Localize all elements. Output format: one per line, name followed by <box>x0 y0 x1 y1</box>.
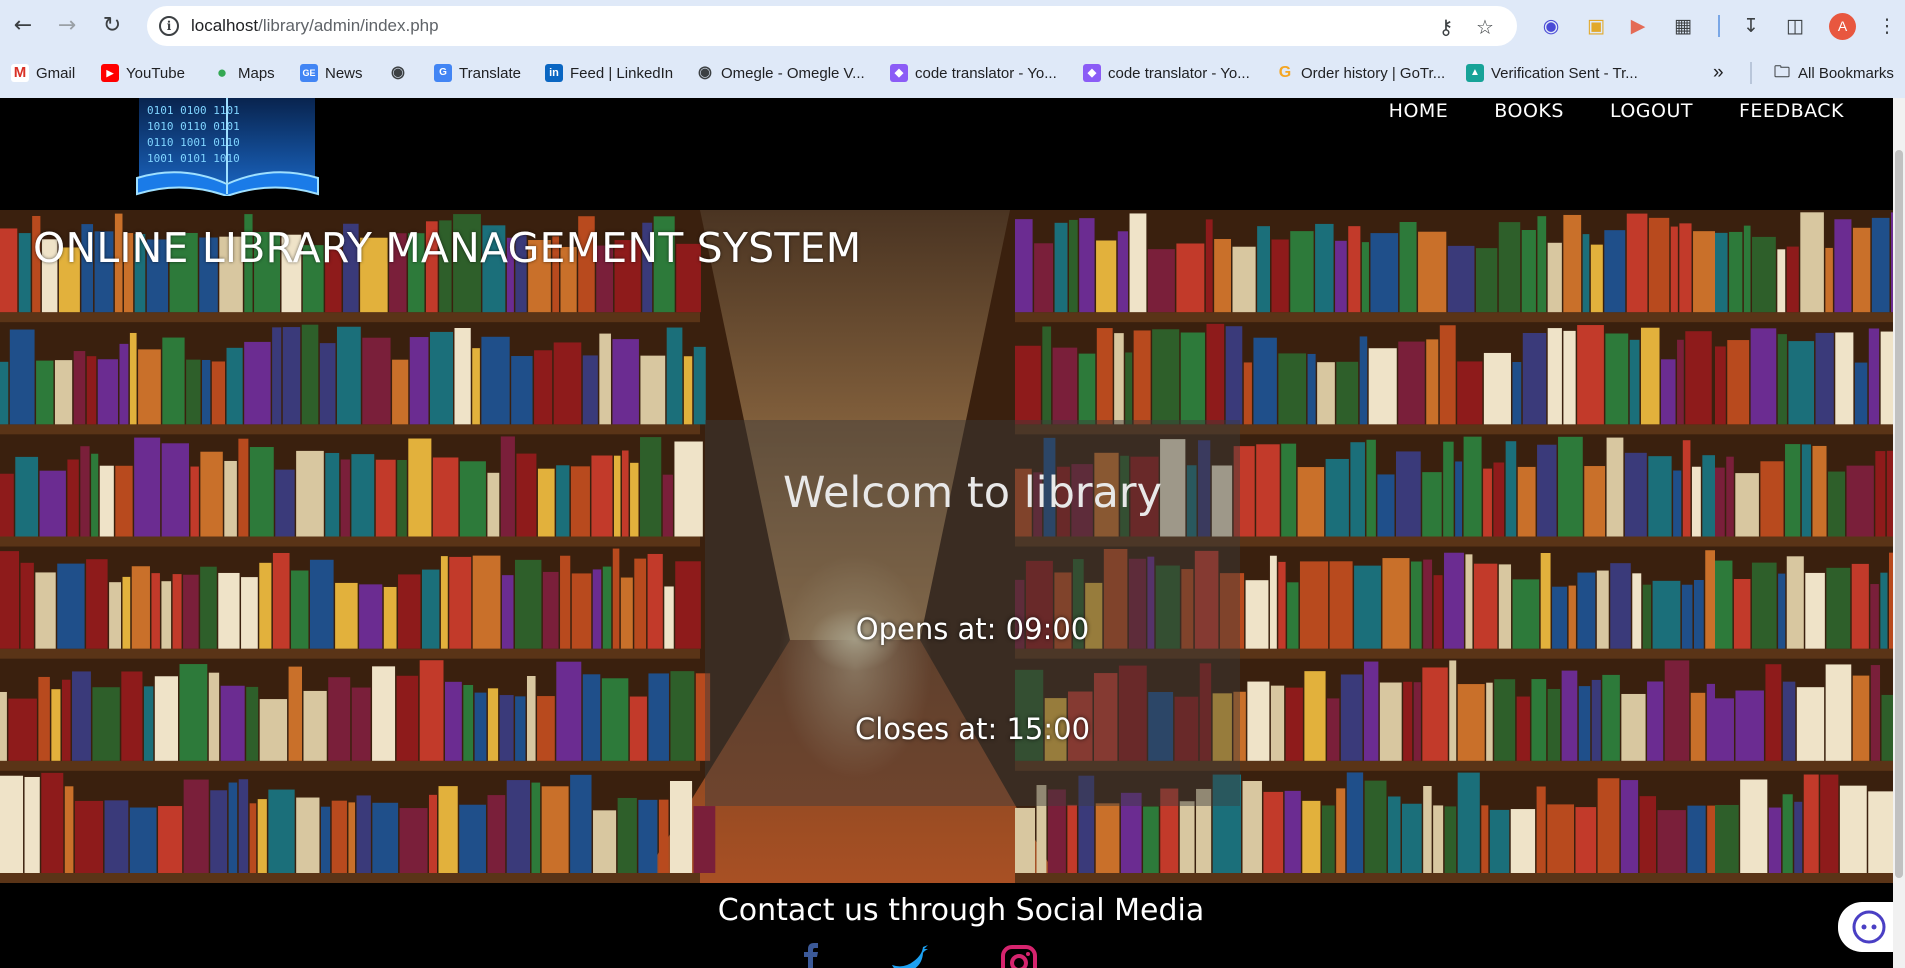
globe-icon: ◉ <box>391 64 405 81</box>
linkedin-icon: in <box>545 64 563 82</box>
nav-feedback[interactable]: FEEDBACK <box>1716 98 1867 124</box>
bookmarks-separator <box>1750 62 1752 84</box>
url-host: localhost <box>191 16 259 35</box>
code-translator-icon: ◆ <box>890 64 908 82</box>
bookmark-label: News <box>325 64 363 82</box>
svg-text:0110 1001 0110: 0110 1001 0110 <box>147 136 240 149</box>
extension-record-icon[interactable]: ▶ <box>1625 13 1651 39</box>
bookmark-label: Omegle - Omegle V... <box>721 64 865 82</box>
library-logo[interactable]: 0101 0100 1101 1010 0110 0101 0110 1001 … <box>135 98 320 196</box>
twitter-icon[interactable] <box>890 943 930 968</box>
bookmark-youtube[interactable]: ▶ YouTube <box>101 60 185 86</box>
browser-chrome: ← → ↻ i localhost/library/admin/index.ph… <box>0 0 1905 98</box>
page-scrollbar[interactable] <box>1893 98 1905 968</box>
contact-heading: Contact us through Social Media <box>717 893 1205 928</box>
closing-time: Closes at: 15:00 <box>854 712 1091 746</box>
web-page: 0101 0100 1101 1010 0110 0101 0110 1001 … <box>0 98 1905 968</box>
extension-folder-icon[interactable]: ▣ <box>1583 13 1609 39</box>
bookmark-omegle[interactable]: ◉ Omegle - Omegle V... <box>696 60 865 86</box>
site-header: 0101 0100 1101 1010 0110 0101 0110 1001 … <box>0 98 1905 210</box>
bookmark-news[interactable]: GE News <box>300 60 363 86</box>
download-icon[interactable]: ↧ <box>1738 13 1764 39</box>
reload-icon[interactable]: ↻ <box>98 12 126 40</box>
extensions-puzzle-icon[interactable]: ▦ <box>1670 13 1696 39</box>
bookmark-label: code translator - Yo... <box>1108 64 1250 82</box>
bookmark-gmail[interactable]: M Gmail <box>11 60 75 86</box>
youtube-icon: ▶ <box>101 64 119 82</box>
gotranscript-icon: G <box>1278 64 1292 81</box>
nav-home[interactable]: HOME <box>1366 98 1472 124</box>
bookmark-code-translator-2[interactable]: ◆ code translator - Yo... <box>1083 60 1250 86</box>
bookmark-translate[interactable]: G Translate <box>434 60 521 86</box>
main-nav: HOME BOOKS LOGOUT FEEDBACK <box>1366 98 1867 124</box>
svg-text:1001 0101 1010: 1001 0101 1010 <box>147 152 240 165</box>
bookmarks-bar: M Gmail ▶ YouTube ● Maps GE News ◉ G Translat… <box>0 58 1905 88</box>
address-bar[interactable]: i localhost/library/admin/index.php ⚷ ☆ <box>147 6 1517 46</box>
bookmark-code-translator-1[interactable]: ◆ code translator - Yo... <box>890 60 1057 86</box>
bookmark-globe[interactable]: ◉ <box>389 60 414 86</box>
more-bookmarks-chevron-icon[interactable]: » <box>1713 60 1724 86</box>
verification-icon: ▲ <box>1466 64 1484 82</box>
library-background-repeat <box>1715 210 1905 883</box>
bookmark-verification[interactable]: ▲ Verification Sent - Tr... <box>1466 60 1638 86</box>
all-bookmarks-label: All Bookmarks <box>1798 64 1894 82</box>
hero-banner: ONLINE LIBRARY MANAGEMENT SYSTEM Welcom … <box>0 210 1905 883</box>
opening-time: Opens at: 09:00 <box>855 612 1090 646</box>
scrollbar-thumb[interactable] <box>1895 150 1903 878</box>
instagram-icon[interactable] <box>999 943 1039 968</box>
site-title: ONLINE LIBRARY MANAGEMENT SYSTEM <box>33 224 862 272</box>
back-icon[interactable]: ← <box>9 12 37 40</box>
password-key-icon[interactable]: ⚷ <box>1434 15 1458 39</box>
svg-text:1010 0110 0101: 1010 0110 0101 <box>147 120 240 133</box>
globe-icon: ◉ <box>698 64 712 81</box>
site-info-icon[interactable]: i <box>159 16 179 36</box>
url-text[interactable]: localhost/library/admin/index.php <box>191 16 439 36</box>
bookmark-label: code translator - Yo... <box>915 64 1057 82</box>
news-icon: GE <box>300 64 318 82</box>
bookmark-label: YouTube <box>126 64 185 82</box>
bookmark-label: Verification Sent - Tr... <box>1491 64 1638 82</box>
menu-kebab-icon[interactable]: ⋮ <box>1874 13 1900 39</box>
bookmark-star-icon[interactable]: ☆ <box>1473 15 1497 39</box>
bookmark-gotranscript[interactable]: G Order history | GoTr... <box>1276 60 1445 86</box>
bookmark-linkedin[interactable]: in Feed | LinkedIn <box>545 60 673 86</box>
welcome-heading: Welcom to library <box>782 468 1163 518</box>
bookmark-label: Translate <box>459 64 521 82</box>
maps-pin-icon: ● <box>216 63 228 82</box>
site-footer: Contact us through Social Media <box>0 883 1905 968</box>
side-panel-icon[interactable]: ◫ <box>1782 13 1808 39</box>
nav-logout[interactable]: LOGOUT <box>1587 98 1716 124</box>
welcome-panel: Welcom to library Opens at: 09:00 Closes… <box>705 420 1240 806</box>
bookmark-label: Maps <box>238 64 275 82</box>
forward-icon[interactable]: → <box>53 12 81 40</box>
bookmark-label: Order history | GoTr... <box>1301 64 1446 82</box>
svg-text:0101 0100 1101: 0101 0100 1101 <box>147 104 240 117</box>
browser-toolbar: ← → ↻ i localhost/library/admin/index.ph… <box>0 0 1905 52</box>
bookmark-label: Gmail <box>36 64 76 82</box>
profile-avatar[interactable]: A <box>1829 13 1856 40</box>
toolbar-separator <box>1718 15 1720 37</box>
chatbot-icon <box>1852 910 1886 944</box>
translate-icon: G <box>434 64 452 82</box>
nav-books[interactable]: BOOKS <box>1471 98 1587 124</box>
bookmark-maps[interactable]: ● Maps <box>213 60 275 86</box>
folder-icon: 🗀 <box>1773 64 1790 81</box>
code-translator-icon: ◆ <box>1083 64 1101 82</box>
bookmark-label: Feed | LinkedIn <box>570 64 674 82</box>
url-path: /library/admin/index.php <box>258 16 439 35</box>
chatbot-widget-button[interactable] <box>1838 902 1896 952</box>
gmail-icon: M <box>11 64 29 82</box>
all-bookmarks[interactable]: 🗀 All Bookmarks <box>1773 60 1894 86</box>
extension-bot-icon[interactable]: ◉ <box>1538 13 1564 39</box>
facebook-icon[interactable] <box>791 943 831 968</box>
